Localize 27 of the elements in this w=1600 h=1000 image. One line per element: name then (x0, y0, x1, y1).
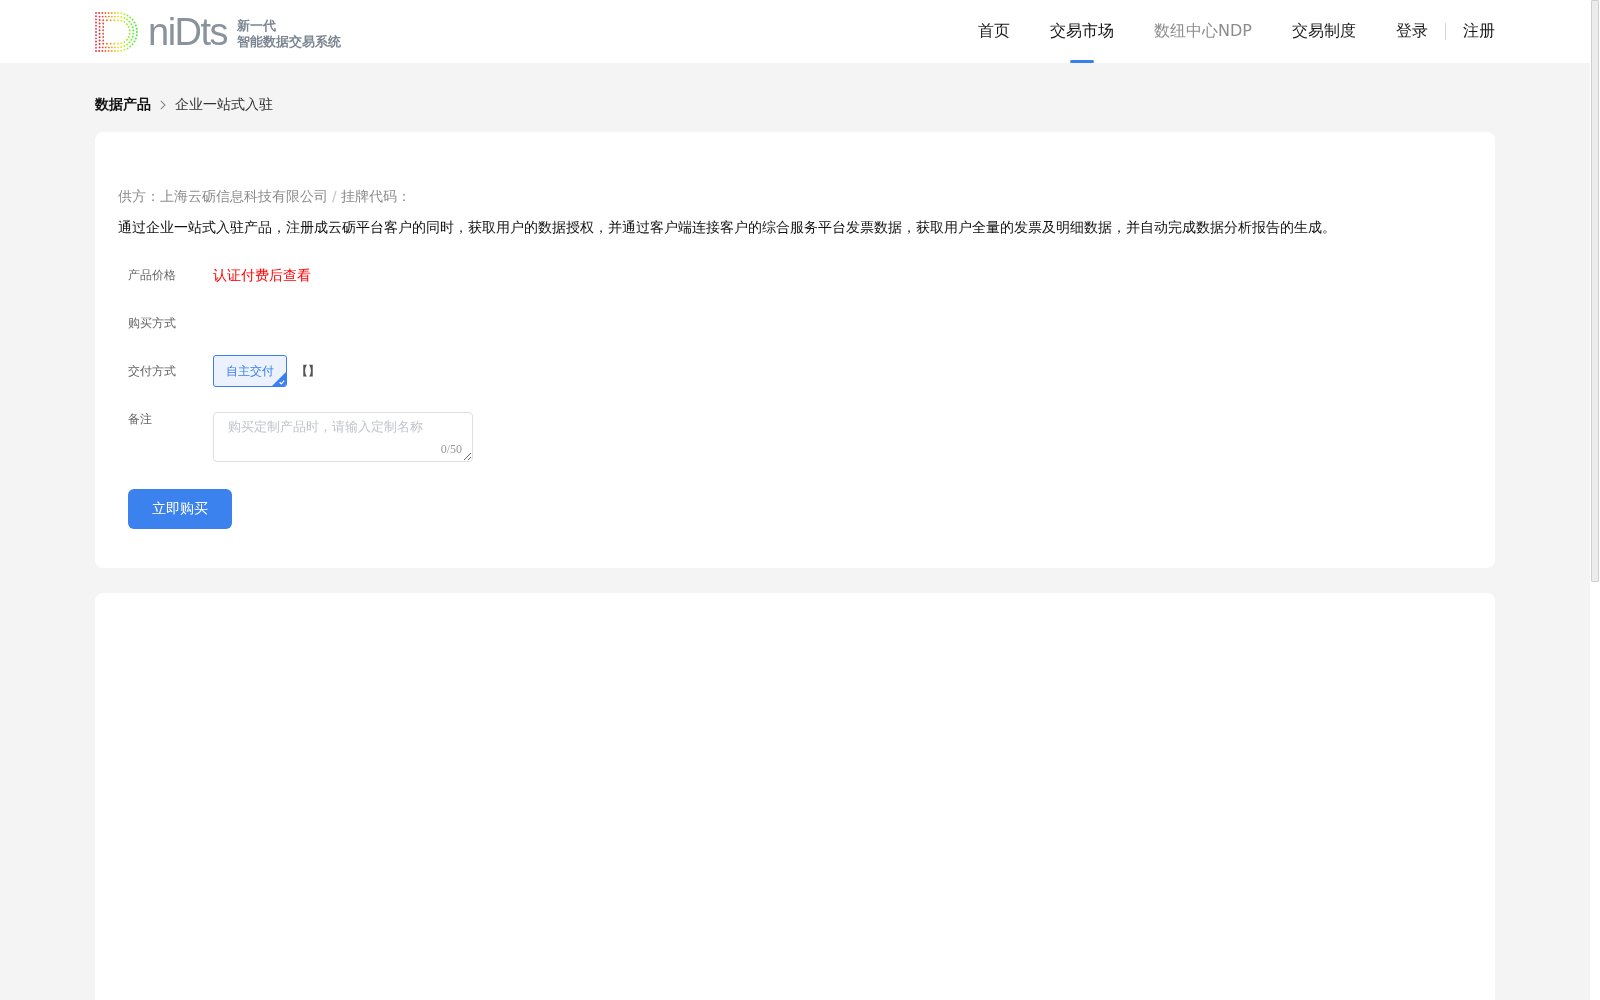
nav-tab[interactable]: 首页 (978, 0, 1011, 63)
logo-tagline: 智能数据交易系统 (237, 33, 342, 50)
field-label: 购买方式 (128, 316, 177, 330)
nav-tab[interactable]: 交易制度 (1292, 0, 1356, 63)
chevron-right-icon (160, 100, 166, 110)
breadcrumb-link[interactable]: 数据产品 (95, 96, 151, 114)
nav-tab[interactable]: 交易市场 (1050, 0, 1115, 63)
separator-slash: / (332, 187, 337, 206)
product-description: 通过企业一站式入驻产品，注册成云砺平台客户的同时，获取用户的数据授权，并通过客户端连接客户的综合服务平台发票数据，获取用户全量的发票及明细数据，并自动完成数据分析报告的生成。 (118, 218, 1337, 237)
scrollbar-thumb[interactable] (1591, 0, 1599, 582)
breadcrumb-current: 企业一站式入驻 (175, 96, 273, 114)
character-counter: 0/50 (440, 442, 462, 456)
logo-wordmark: niDts (148, 11, 228, 52)
listing-code-label: 挂牌代码： (340, 187, 411, 206)
bracket-text: 【】 (296, 362, 320, 380)
field-label: 产品价格 (128, 268, 177, 282)
check-corner-icon (272, 372, 286, 386)
dotted-d-logo-icon (95, 11, 139, 52)
auth-link[interactable]: 登录 (1396, 21, 1428, 42)
auth-link[interactable]: 注册 (1463, 21, 1495, 42)
buy-now-button[interactable]: 立即购买 (128, 489, 232, 529)
field-label: 备注 (128, 412, 153, 426)
price-value: 认证付费后查看 (213, 266, 311, 285)
logo-tagline: 新一代 (237, 17, 278, 34)
supplier-text: 供方：上海云砺信息科技有限公司 (118, 187, 328, 206)
delivery-option[interactable]: 自主交付 (213, 355, 287, 387)
field-label: 交付方式 (128, 364, 177, 378)
